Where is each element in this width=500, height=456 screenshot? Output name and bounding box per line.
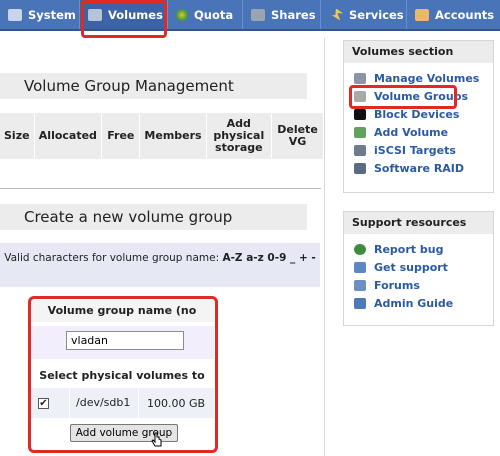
iscsi-icon — [354, 144, 366, 156]
tab-label: Accounts — [435, 7, 495, 22]
raid-icon — [354, 162, 366, 174]
support-icon — [354, 261, 366, 273]
support-resources-panel: Support resources Report bug Get support… — [343, 211, 494, 326]
nav-forums[interactable]: Forums — [354, 276, 493, 294]
nav-report-bug[interactable]: Report bug — [354, 240, 493, 258]
column-header: Members — [139, 113, 207, 159]
column-header: Free — [101, 113, 141, 159]
column-header: Size — [0, 113, 35, 159]
tab-system[interactable]: System — [0, 0, 80, 29]
tab-label: Services — [349, 7, 404, 22]
tab-shares[interactable]: Shares — [243, 0, 321, 29]
tab-services[interactable]: Services — [321, 0, 407, 29]
nav-add-volume[interactable]: Add Volume — [354, 123, 493, 141]
volumes-tab-highlight — [81, 0, 167, 38]
shares-icon — [251, 8, 265, 21]
divider — [0, 188, 321, 189]
block-devices-icon — [354, 108, 366, 120]
valid-characters-prefix: Valid characters for volume group name: — [4, 252, 220, 264]
nav-label: Add Volume — [374, 125, 449, 139]
nav-label: Admin Guide — [374, 296, 454, 310]
tab-label: Quota — [194, 7, 234, 22]
system-icon — [8, 8, 22, 21]
quota-icon — [176, 8, 188, 21]
volume-groups-highlight — [349, 85, 457, 109]
valid-characters-note: Valid characters for volume group name: … — [0, 243, 320, 287]
volumes-nav: Manage Volumes Volume Groups Block Devic… — [344, 63, 493, 177]
accounts-icon — [415, 8, 429, 21]
tab-accounts[interactable]: Accounts — [407, 0, 500, 29]
nav-label: Block Devices — [374, 107, 460, 121]
volumes-section-title: Volumes section — [344, 41, 493, 63]
support-title: Support resources — [344, 212, 493, 234]
nav-get-support[interactable]: Get support — [354, 258, 493, 276]
main-tab-bar: System Volumes Quota Shares Services Acc… — [0, 0, 500, 31]
table-header-row: Size Allocated Free Members Add physical… — [0, 113, 324, 159]
form-highlight — [28, 296, 218, 453]
services-icon — [331, 8, 343, 21]
bug-icon — [354, 243, 366, 255]
mouse-pointer-icon — [151, 432, 162, 447]
guide-icon — [354, 297, 366, 309]
column-header: Delete VG — [271, 113, 324, 159]
nav-label: Software RAID — [374, 161, 465, 175]
volumes-section-panel: Volumes section Manage Volumes Volume Gr… — [343, 40, 494, 193]
create-vg-heading: Create a new volume group — [0, 204, 307, 230]
nav-software-raid[interactable]: Software RAID — [354, 159, 493, 177]
page: System Volumes Quota Shares Services Acc… — [0, 0, 500, 456]
nav-label: Manage Volumes — [374, 71, 480, 85]
nav-label: Get support — [374, 260, 448, 274]
support-nav: Report bug Get support Forums Admin Guid… — [344, 234, 493, 312]
nav-label: Forums — [374, 278, 420, 292]
column-header: Add physical storage — [206, 113, 273, 159]
nav-label: Report bug — [374, 242, 444, 256]
column-header: Allocated — [34, 113, 103, 159]
volume-group-table: Size Allocated Free Members Add physical… — [0, 113, 324, 159]
tab-quota[interactable]: Quota — [168, 0, 243, 29]
nav-iscsi-targets[interactable]: iSCSI Targets — [354, 141, 493, 159]
vgm-heading: Volume Group Management — [0, 73, 307, 99]
forums-icon — [354, 279, 366, 291]
tab-label: Shares — [271, 7, 316, 22]
manage-volumes-icon — [354, 72, 366, 84]
valid-characters-list: A-Z a-z 0-9 _ + - — [222, 252, 316, 264]
nav-admin-guide[interactable]: Admin Guide — [354, 294, 493, 312]
add-volume-icon — [354, 126, 366, 138]
nav-label: iSCSI Targets — [374, 143, 456, 157]
tab-label: System — [28, 7, 76, 22]
